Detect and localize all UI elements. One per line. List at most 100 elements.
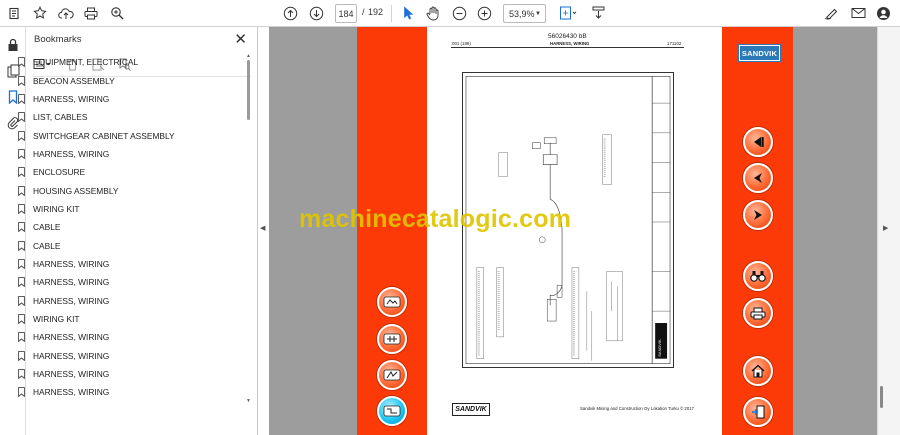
bookmark-flag-icon [18, 75, 25, 86]
nav-button-1[interactable] [377, 287, 407, 317]
print-icon[interactable] [83, 3, 99, 23]
cloud-upload-icon[interactable] [57, 3, 75, 23]
bookmark-item[interactable]: HARNESS, WIRING [18, 365, 228, 383]
bookmark-flag-icon [18, 387, 25, 398]
bookmark-item[interactable]: WIRING KIT [18, 200, 228, 218]
bookmark-item[interactable]: ENCLOSURE [18, 163, 228, 181]
bookmark-label: HARNESS, WIRING [33, 93, 110, 104]
nav-button-2[interactable] [377, 324, 407, 354]
sandvik-header-logo: SANDVIK [738, 44, 781, 62]
page-separator: / [362, 7, 365, 17]
bookmark-item[interactable]: HARNESS, WIRING [18, 255, 228, 273]
bookmarks-scrollbar-thumb[interactable] [247, 60, 250, 120]
bookmark-label: EQUIPMENT, ELECTRICAL [33, 57, 139, 68]
bookmark-item[interactable]: HARNESS, WIRING [18, 328, 228, 346]
bookmark-flag-icon [18, 57, 25, 68]
bookmark-item[interactable]: HARNESS, WIRING [18, 347, 228, 365]
bookmark-item[interactable]: HARNESS, WIRING [18, 383, 228, 401]
arrow-right-icon [751, 208, 765, 222]
previous-page-button[interactable] [281, 3, 299, 23]
expand-right-panel-arrow-icon[interactable]: ▶ [883, 224, 888, 232]
bookmark-label: SWITCHGEAR CABINET ASSEMBLY [33, 130, 175, 141]
bookmark-label: HARNESS, WIRING [33, 258, 110, 269]
sign-pen-icon[interactable] [823, 3, 841, 23]
bookmark-item[interactable]: HARNESS, WIRING [18, 145, 228, 163]
zoom-in-button[interactable] [476, 3, 493, 23]
exit-door-icon [751, 405, 765, 419]
page-total: 192 [368, 7, 384, 17]
bookmark-item[interactable]: BEACON ASSEMBLY [18, 71, 228, 89]
bookmark-flag-icon [18, 204, 25, 214]
document-number: 56026430 bB [548, 33, 587, 40]
zoom-level-value: 53,9% [509, 8, 535, 19]
circuit-diagram-icon [383, 296, 401, 308]
bookmark-label: ENCLOSURE [33, 167, 86, 178]
toolbar-divider [391, 5, 392, 22]
bookmark-item[interactable]: SWITCHGEAR CABINET ASSEMBLY [18, 126, 228, 144]
lock-icon[interactable] [5, 37, 21, 53]
bookmark-item[interactable]: HARNESS, WIRING [18, 90, 228, 108]
bookmark-flag-icon [18, 350, 25, 361]
right-scroll-strip [877, 27, 900, 435]
bookmark-flag-icon [18, 240, 25, 251]
scroll-mode-icon[interactable] [590, 3, 607, 23]
house-icon [751, 364, 765, 378]
next-page-nav-button[interactable] [743, 200, 773, 230]
bookmark-flag-icon [18, 94, 25, 104]
collapse-panel-arrow-icon[interactable]: ◀ [260, 224, 265, 232]
bookmark-flag-icon [18, 112, 25, 123]
zoom-out-button[interactable] [451, 3, 468, 23]
cursor-select-icon[interactable] [400, 3, 416, 23]
bookmarks-scroll-up-icon[interactable]: ▲ [246, 53, 251, 59]
hand-tool-icon[interactable] [425, 3, 441, 23]
nav-button-4-active[interactable] [377, 396, 407, 426]
bookmark-flag-icon [18, 332, 25, 343]
bookmark-item[interactable]: CABLE [18, 218, 228, 236]
bookmark-item[interactable]: HARNESS, WIRING [18, 291, 228, 309]
first-page-button[interactable] [743, 127, 773, 157]
next-page-button[interactable] [307, 3, 325, 23]
bookmark-flag-icon [18, 295, 25, 306]
close-icon[interactable]: ✕ [234, 30, 247, 48]
fit-page-icon[interactable] [557, 3, 579, 23]
electric-diagram-icon [383, 369, 401, 381]
print-nav-button[interactable] [743, 298, 773, 328]
document-scrollbar-thumb[interactable] [880, 386, 883, 408]
page-header-left: 001 (189) [452, 41, 471, 46]
bookmark-label: HARNESS, WIRING [33, 295, 110, 306]
bookmark-label: LIST, CABLES [33, 112, 88, 123]
bookmark-label: WIRING KIT [33, 313, 80, 324]
bookmark-item[interactable]: WIRING KIT [18, 310, 228, 328]
home-icon[interactable] [6, 3, 22, 23]
zoom-search-icon[interactable] [109, 3, 125, 23]
star-icon[interactable] [32, 3, 48, 23]
bookmark-item[interactable]: LIST, CABLES [18, 108, 228, 126]
sandvik-footer-logo: SANDVIK [452, 403, 490, 416]
bookmark-label: WIRING KIT [33, 203, 80, 214]
zoom-level-select[interactable]: 53,9% ▼ [503, 4, 546, 23]
previous-page-nav-button[interactable] [743, 163, 773, 193]
search-binoculars-button[interactable] [743, 261, 773, 291]
watermark-text: machinecatalogic.com [299, 205, 572, 233]
bookmark-item[interactable]: HOUSING ASSEMBLY [18, 181, 228, 199]
mail-icon[interactable] [849, 3, 867, 23]
bookmark-label: CABLE [33, 222, 61, 233]
bookmark-item[interactable]: EQUIPMENT, ELECTRICAL [18, 53, 228, 71]
user-account-icon[interactable] [874, 3, 892, 23]
document-subtitle: HARNESS, WIRING [550, 41, 590, 46]
bookmark-flag-icon [18, 369, 25, 380]
bookmarks-scroll-down-icon[interactable]: ▼ [246, 398, 251, 404]
bookmark-flag-icon [18, 185, 25, 196]
exit-nav-button[interactable] [743, 397, 773, 427]
home-nav-button[interactable] [743, 356, 773, 386]
bookmark-flag-icon [18, 259, 25, 269]
nav-button-3[interactable] [377, 360, 407, 390]
title-block-brand: SANDVIK [657, 339, 662, 357]
bookmark-item[interactable]: HARNESS, WIRING [18, 273, 228, 291]
page-number-input[interactable]: 184 [335, 4, 357, 23]
bookmark-item[interactable]: CABLE [18, 236, 228, 254]
bookmark-label: CABLE [33, 240, 61, 251]
page-header-right: 171102 [667, 41, 682, 46]
first-page-icon [751, 135, 765, 149]
bookmark-label: HARNESS, WIRING [33, 148, 110, 159]
